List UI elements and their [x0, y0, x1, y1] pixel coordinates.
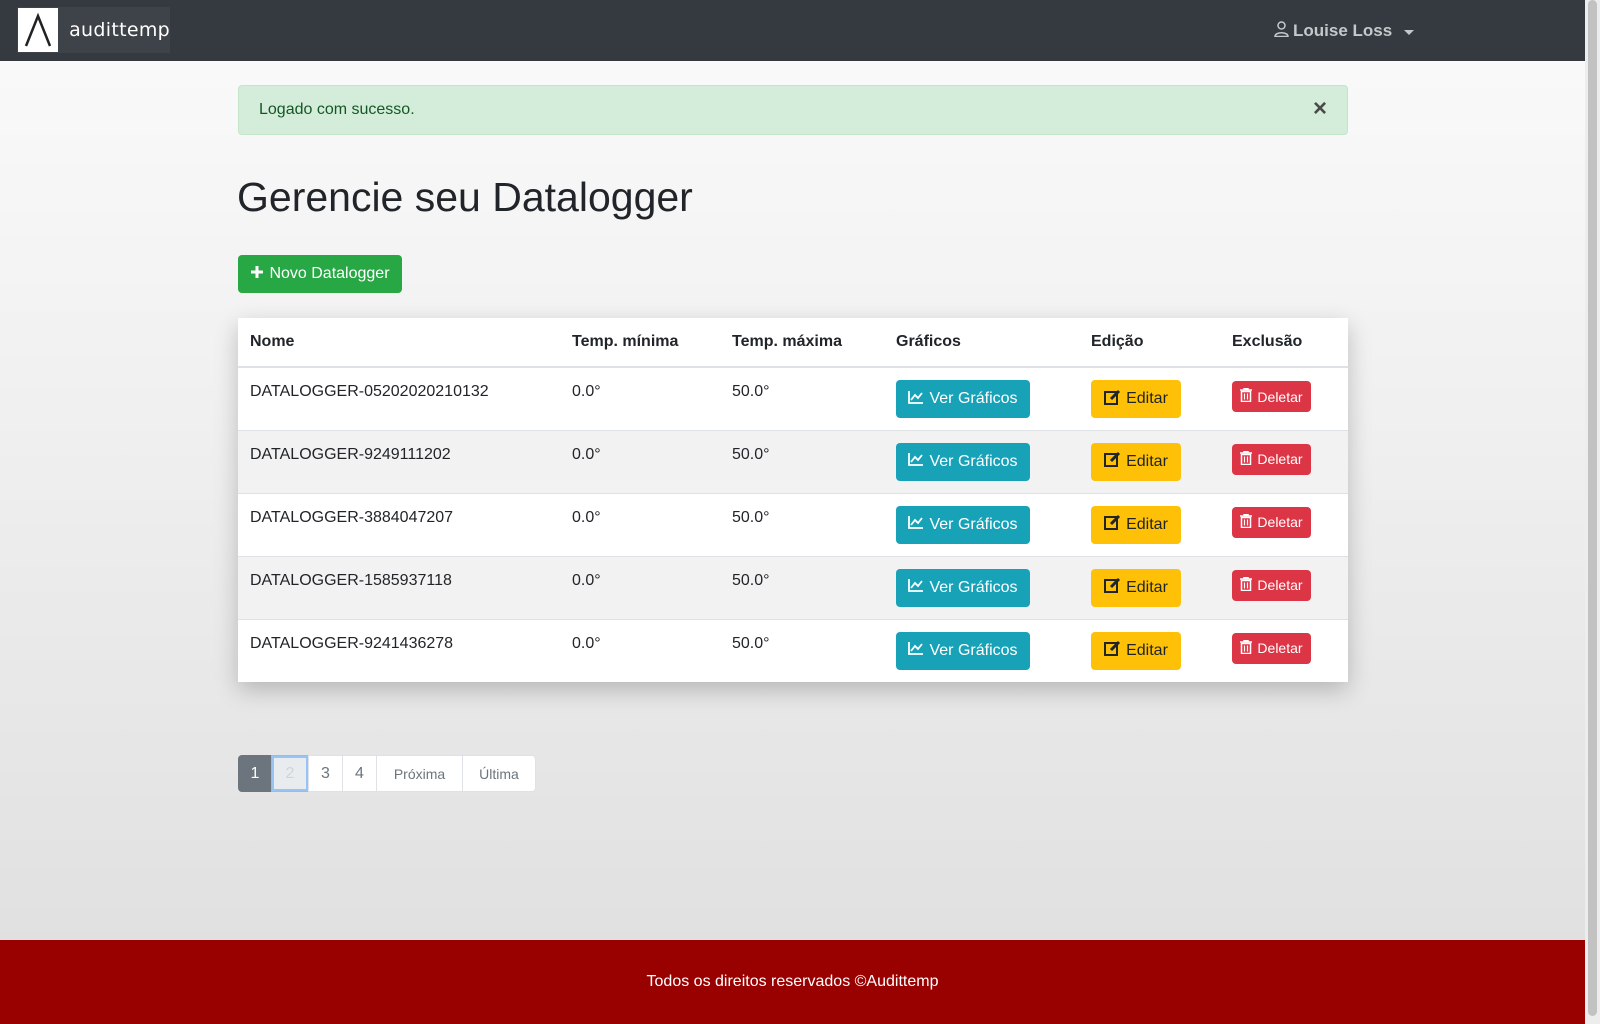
table-row: DATALOGGER-1585937118 0.0° 50.0° Ver Grá… — [238, 556, 1348, 619]
cell-name: DATALOGGER-9249111202 — [250, 445, 451, 463]
table-row: DATALOGGER-3884047207 0.0° 50.0° Ver Grá… — [238, 493, 1348, 556]
edit-button[interactable]: Editar — [1091, 505, 1181, 544]
close-icon[interactable]: × — [1313, 97, 1327, 121]
delete-label: Deletar — [1257, 514, 1303, 530]
trash-icon — [1240, 576, 1253, 594]
scrollbar-thumb[interactable] — [1588, 0, 1597, 1016]
header-graficos: Gráficos — [884, 318, 1079, 368]
edit-label: Editar — [1126, 578, 1168, 596]
table-header-row: Nome Temp. mínima Temp. máxima Gráficos … — [238, 318, 1348, 368]
edit-icon — [1104, 577, 1121, 598]
datalogger-table: Nome Temp. mínima Temp. máxima Gráficos … — [238, 318, 1348, 682]
next-page-link[interactable]: Próxima — [376, 755, 463, 792]
view-charts-label: Ver Gráficos — [929, 578, 1018, 596]
alert-message: Logado com sucesso. — [259, 101, 415, 118]
edit-icon — [1104, 514, 1121, 535]
edit-label: Editar — [1126, 390, 1168, 407]
new-datalogger-label: Novo Datalogger — [269, 265, 390, 282]
edit-label: Editar — [1126, 641, 1168, 659]
page-link-4[interactable]: 4 — [342, 755, 377, 792]
edit-button[interactable]: Editar — [1091, 568, 1181, 607]
view-charts-button[interactable]: Ver Gráficos — [896, 505, 1030, 544]
user-name: Louise Loss — [1293, 21, 1393, 40]
cell-name: DATALOGGER-05202020210132 — [250, 383, 489, 400]
header-temp-min: Temp. mínima — [560, 318, 720, 368]
view-charts-button[interactable]: Ver Gráficos — [896, 631, 1030, 670]
edit-icon — [1104, 640, 1121, 661]
view-charts-button[interactable]: Ver Gráficos — [896, 380, 1030, 418]
view-charts-label: Ver Gráficos — [929, 641, 1018, 659]
cell-name: DATALOGGER-1585937118 — [250, 571, 452, 589]
cell-temp-max: 50.0° — [732, 445, 770, 463]
page-title: Gerencie seu Datalogger — [237, 174, 693, 220]
edit-label: Editar — [1126, 515, 1168, 533]
delete-button[interactable]: Deletar — [1232, 632, 1311, 664]
user-icon — [1274, 20, 1289, 42]
edit-button[interactable]: Editar — [1091, 380, 1181, 418]
pagination: 1 2 3 4 Próxima Última — [238, 755, 536, 792]
line-chart-icon — [908, 578, 924, 597]
header-nome: Nome — [238, 318, 560, 368]
trash-icon — [1240, 513, 1253, 531]
page-link-3[interactable]: 3 — [308, 755, 343, 792]
page-link-1[interactable]: 1 — [238, 755, 272, 792]
trash-icon — [1240, 639, 1253, 657]
footer-text: Todos os direitos reservados ©Audittemp — [646, 973, 939, 990]
header-exclusao: Exclusão — [1220, 318, 1348, 368]
edit-label: Editar — [1126, 452, 1168, 470]
cell-temp-max: 50.0° — [732, 383, 770, 400]
delete-button[interactable]: Deletar — [1232, 506, 1311, 538]
line-chart-icon — [908, 515, 924, 534]
plus-icon — [250, 265, 264, 284]
table-row: DATALOGGER-9249111202 0.0° 50.0° Ver Grá… — [238, 430, 1348, 493]
brand-logo-icon — [18, 8, 59, 52]
line-chart-icon — [908, 641, 924, 660]
delete-button[interactable]: Deletar — [1232, 443, 1311, 475]
cell-temp-min: 0.0° — [572, 634, 601, 652]
edit-button[interactable]: Editar — [1091, 631, 1181, 670]
delete-label: Deletar — [1257, 577, 1303, 593]
header-edicao: Edição — [1079, 318, 1220, 368]
navbar: audittemp Louise Loss — [0, 0, 1585, 61]
chevron-down-icon — [1404, 29, 1415, 35]
line-chart-icon — [908, 452, 924, 471]
trash-icon — [1240, 387, 1253, 405]
delete-label: Deletar — [1257, 640, 1303, 656]
cell-temp-min: 0.0° — [572, 445, 601, 463]
cell-temp-min: 0.0° — [572, 383, 601, 400]
line-chart-icon — [908, 390, 924, 409]
last-page-link[interactable]: Última — [462, 755, 536, 792]
footer: Todos os direitos reservados ©Audittemp — [0, 940, 1585, 1024]
view-charts-label: Ver Gráficos — [929, 390, 1018, 407]
cell-temp-max: 50.0° — [732, 571, 770, 589]
view-charts-button[interactable]: Ver Gráficos — [896, 568, 1030, 607]
cell-temp-max: 50.0° — [732, 508, 770, 526]
edit-icon — [1104, 389, 1121, 410]
scrollbar[interactable] — [1585, 0, 1600, 1024]
edit-icon — [1104, 451, 1121, 472]
cell-name: DATALOGGER-9241436278 — [250, 634, 454, 652]
cell-temp-min: 0.0° — [572, 508, 601, 526]
header-temp-max: Temp. máxima — [720, 318, 884, 368]
delete-button[interactable]: Deletar — [1232, 381, 1311, 412]
cell-temp-min: 0.0° — [572, 571, 601, 589]
cell-name: DATALOGGER-3884047207 — [250, 508, 454, 526]
view-charts-label: Ver Gráficos — [929, 515, 1018, 533]
success-alert: Logado com sucesso. × — [238, 85, 1348, 135]
table-row: DATALOGGER-05202020210132 0.0° 50.0° Ver… — [238, 367, 1348, 430]
table-row: DATALOGGER-9241436278 0.0° 50.0° Ver Grá… — [238, 619, 1348, 682]
cell-temp-max: 50.0° — [732, 634, 770, 652]
view-charts-label: Ver Gráficos — [929, 452, 1018, 470]
delete-label: Deletar — [1257, 451, 1303, 467]
delete-button[interactable]: Deletar — [1232, 569, 1311, 601]
page-link-2[interactable]: 2 — [271, 755, 309, 792]
new-datalogger-button[interactable]: Novo Datalogger — [238, 255, 402, 293]
view-charts-button[interactable]: Ver Gráficos — [896, 442, 1030, 481]
trash-icon — [1240, 450, 1253, 468]
edit-button[interactable]: Editar — [1091, 442, 1181, 481]
user-menu-dropdown[interactable]: Louise Loss — [1274, 20, 1415, 42]
brand-link[interactable]: audittemp — [17, 7, 170, 53]
delete-label: Deletar — [1257, 388, 1303, 405]
brand-name: audittemp — [69, 19, 170, 41]
